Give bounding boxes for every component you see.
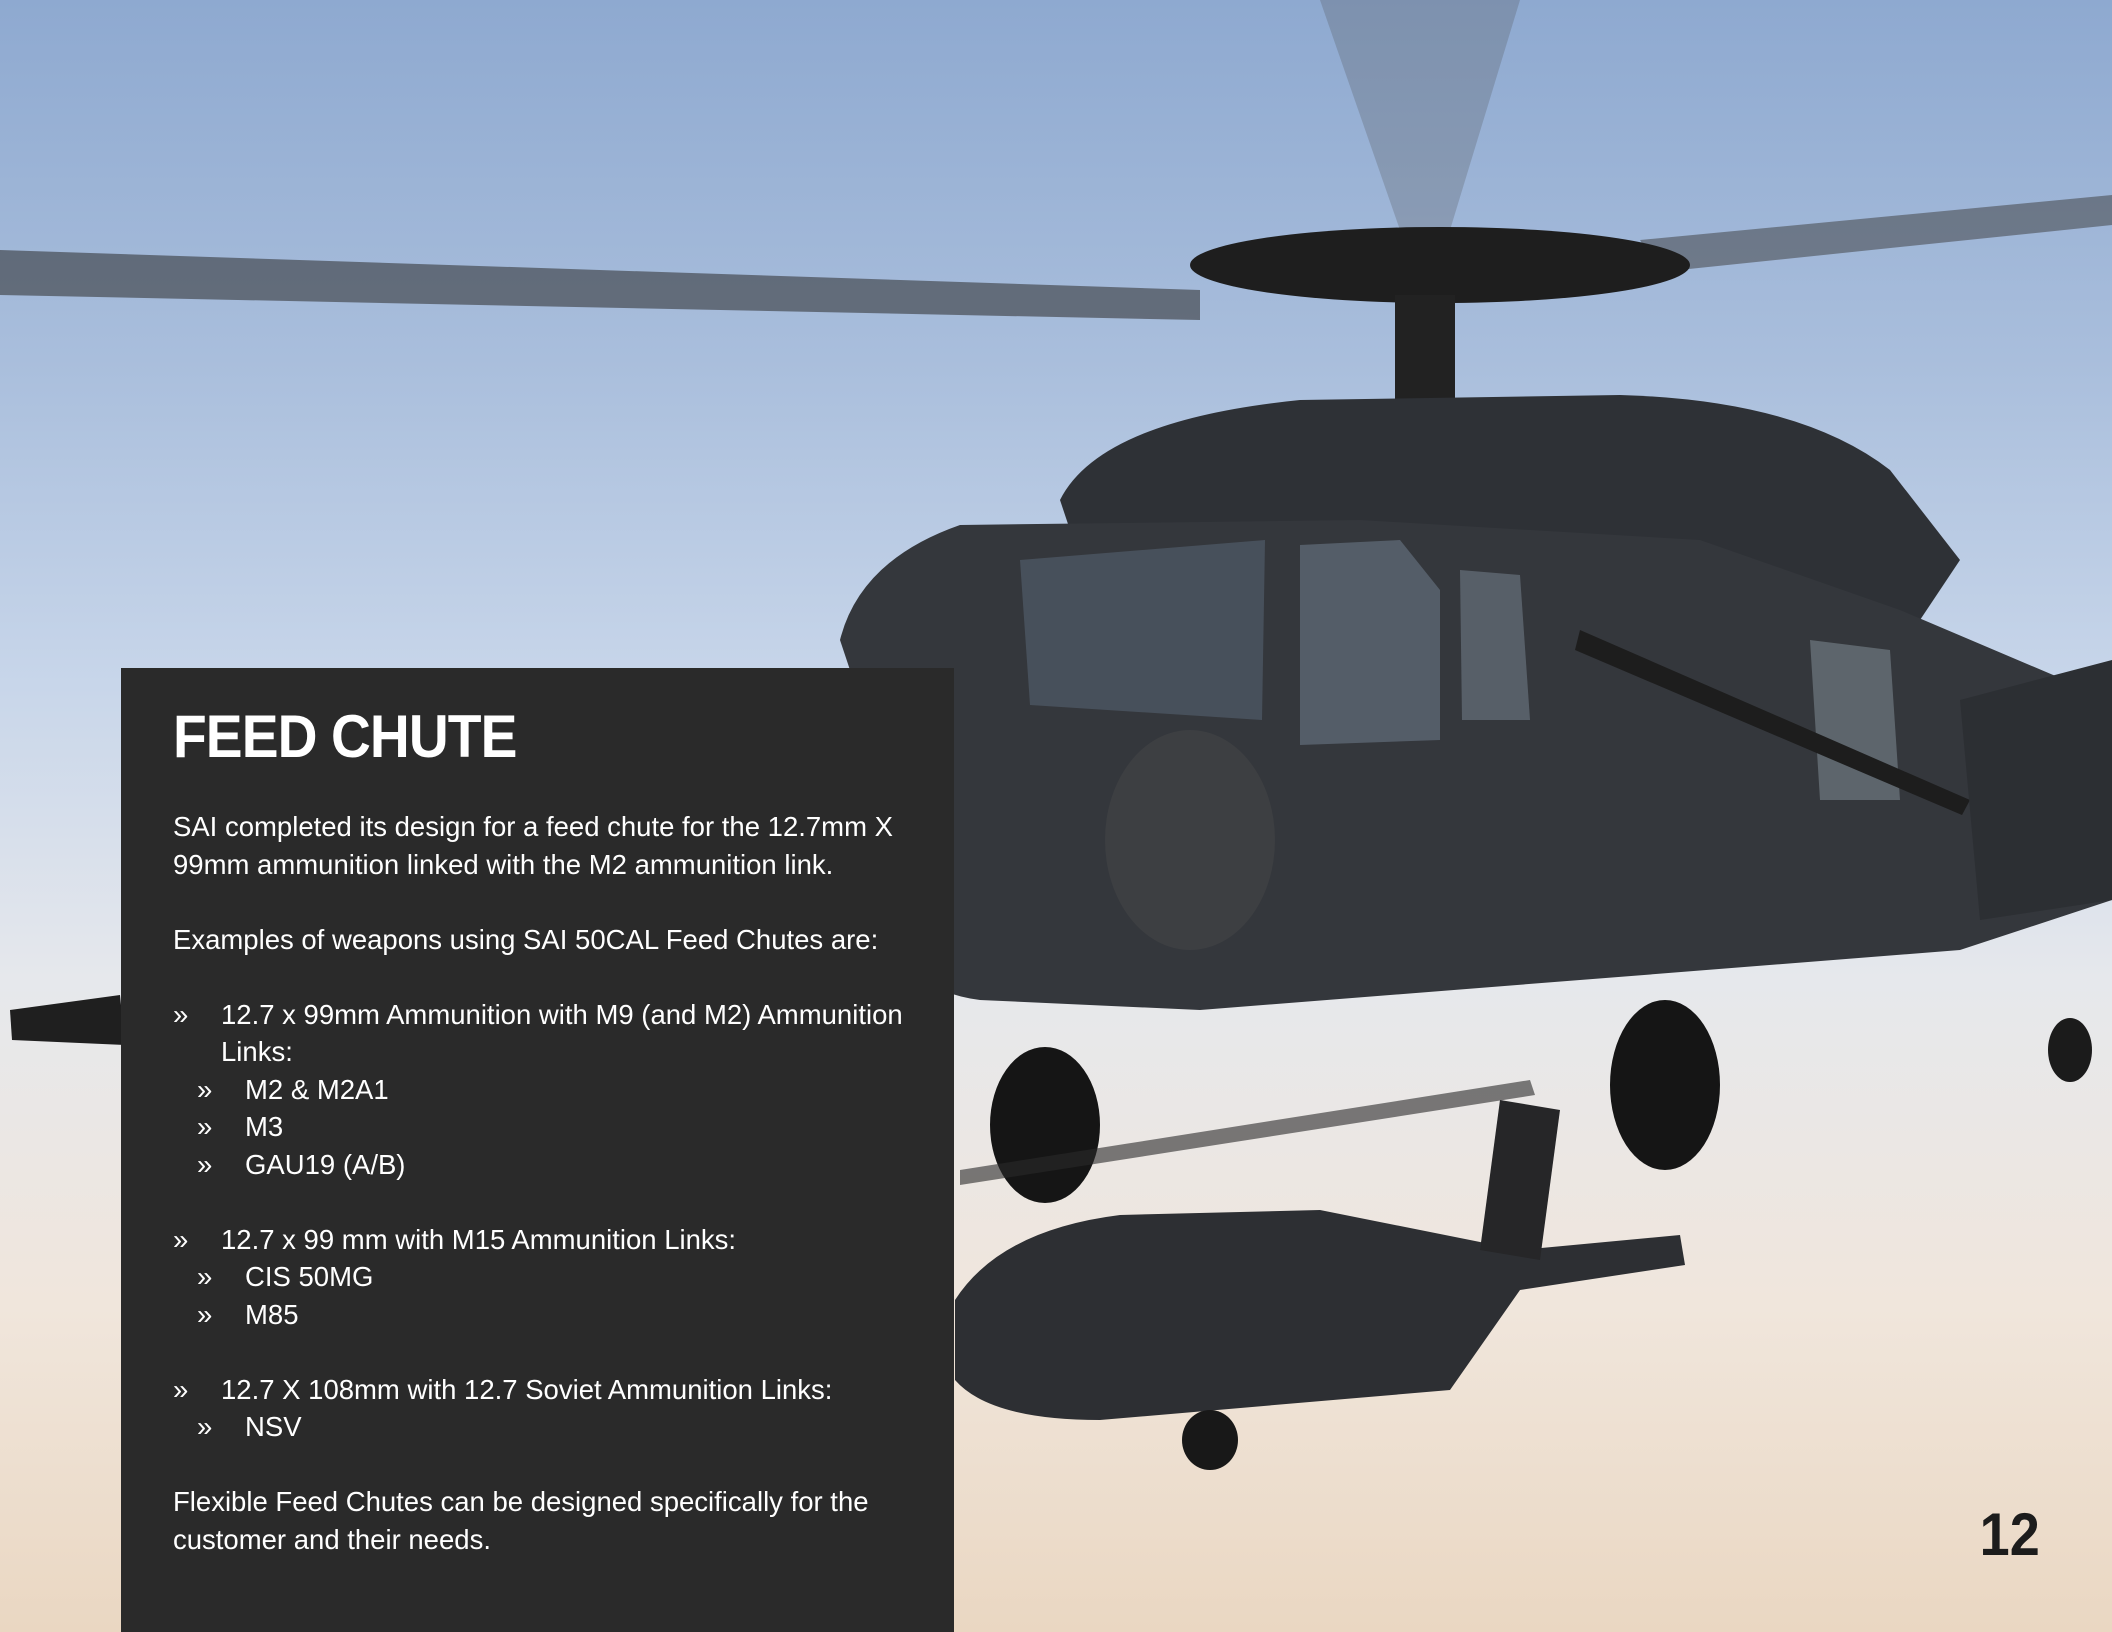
rotor-hub <box>1190 227 1690 303</box>
bullet-marker: » <box>197 1411 213 1442</box>
second-helicopter-tail <box>1480 1100 1560 1260</box>
bullet-marker: » <box>173 998 189 1030</box>
intro-paragraph: SAI completed its design for a feed chut… <box>173 811 893 880</box>
nose-dome <box>1105 730 1275 950</box>
tail-boom <box>1960 660 2112 920</box>
tail-wheel <box>2048 1018 2092 1082</box>
examples-heading: Examples of weapons using SAI 50CAL Feed… <box>173 923 879 955</box>
rotor-blur-top <box>1320 0 1520 230</box>
cabin-window <box>1460 570 1530 720</box>
cockpit-window-side <box>1300 540 1440 745</box>
sub-bullet-item: » GAU19 (A/B) <box>173 1146 933 1184</box>
sub-bullet-item: » M3 <box>173 1108 933 1146</box>
page-number: 12 <box>1979 1501 2040 1568</box>
bullet-item: » 12.7 x 99mm Ammunition with M9 (and M2)… <box>173 996 933 1071</box>
rotor-blade-left <box>0 250 1200 320</box>
rotor-mast <box>1395 295 1455 405</box>
content-panel: FEED CHUTE SAI completed its design for … <box>121 668 954 1632</box>
bullet-item: » 12.7 x 99 mm with M15 Ammunition Links: <box>173 1221 933 1259</box>
bullet-marker: » <box>197 1148 213 1180</box>
section-title: FEED CHUTE <box>173 703 517 770</box>
bullet-marker: » <box>173 1223 189 1255</box>
second-helicopter-body <box>955 1210 1685 1420</box>
gun-barrel-left <box>10 995 125 1045</box>
sub-bullet-item: » M2 & M2A1 <box>173 1071 933 1109</box>
rotor-blade-right <box>1640 195 2112 272</box>
bullet-marker: » <box>197 1073 213 1105</box>
closing-paragraph: Flexible Feed Chutes can be designed spe… <box>173 1486 869 1555</box>
bullet-item: » 12.7 X 108mm with 12.7 Soviet Ammunitio… <box>173 1371 933 1409</box>
landing-wheel-right <box>1610 1000 1720 1170</box>
bullet-marker: » <box>197 1261 213 1292</box>
landing-wheel-left <box>990 1047 1100 1203</box>
sub-bullet-item: » M85 <box>173 1296 933 1334</box>
cockpit-window <box>1020 540 1265 720</box>
sub-bullet-item: » NSV <box>173 1408 933 1446</box>
bullet-group: » 12.7 x 99 mm with M15 Ammunition Links:… <box>173 1221 933 1334</box>
second-helicopter-wheel <box>1182 1410 1238 1470</box>
sub-bullet-item: » CIS 50MG <box>173 1258 933 1296</box>
bullet-group: » 12.7 X 108mm with 12.7 Soviet Ammunitio… <box>173 1371 933 1446</box>
body-text: SAI completed its design for a feed chut… <box>173 808 933 1558</box>
bullet-group: » 12.7 x 99mm Ammunition with M9 (and M2)… <box>173 996 933 1184</box>
bullet-marker: » <box>173 1373 189 1405</box>
bullet-marker: » <box>197 1111 213 1142</box>
bullet-marker: » <box>197 1298 213 1330</box>
